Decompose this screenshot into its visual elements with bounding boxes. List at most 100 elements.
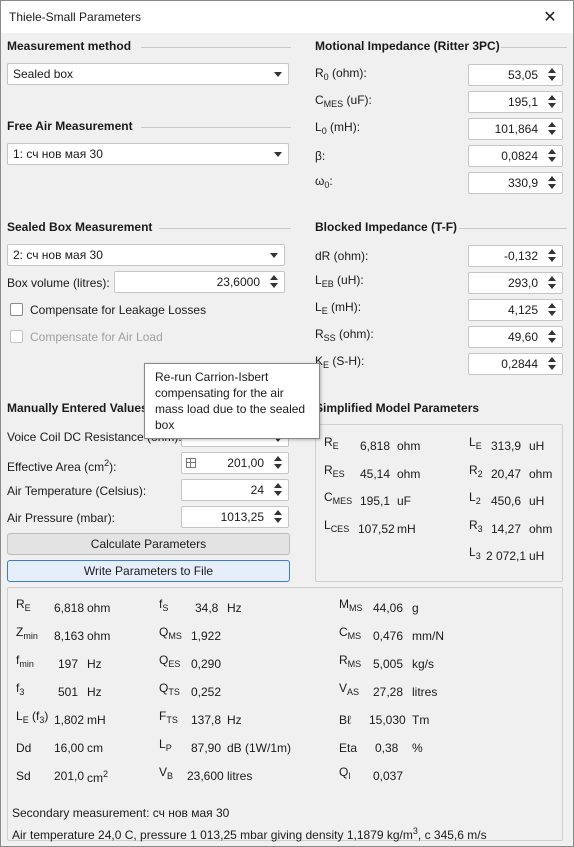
spinner-arrows-icon[interactable] <box>270 275 280 289</box>
simplified-r3-value: 14,27 <box>491 522 522 536</box>
result-qts-symbol: QTS <box>159 681 180 697</box>
spinner-arrows-icon[interactable] <box>548 176 558 190</box>
manual-values-heading: Manually Entered Values <box>7 401 148 415</box>
result-vb-value: 23,600 <box>187 769 224 783</box>
air-temperature-label: Air Temperature (Celsius): <box>7 484 147 498</box>
motional-omega-input[interactable]: 330,9 <box>468 172 563 194</box>
air-load-checkbox[interactable] <box>10 330 23 343</box>
spinner-arrows-icon[interactable] <box>548 95 558 109</box>
result-ql-value: 0,037 <box>373 769 404 783</box>
result-vb-symbol: VB <box>159 765 174 781</box>
close-icon[interactable]: ✕ <box>527 1 573 33</box>
result-zmin-symbol: Zmin <box>16 625 38 641</box>
result-lp-value: 87,90 <box>191 741 222 755</box>
simplified-re-unit: ohm <box>397 439 421 453</box>
motional-l0-value: 101,864 <box>494 122 538 136</box>
simplified-cmes-unit: uF <box>397 494 412 508</box>
leakage-checkbox[interactable] <box>10 303 23 316</box>
result-vas-unit: litres <box>412 685 438 699</box>
free-air-select[interactable]: 1: сч нов мая 30 <box>7 143 289 165</box>
sealed-box-select[interactable]: 2: сч нов мая 30 <box>7 244 285 266</box>
spinner-arrows-icon[interactable] <box>548 249 558 263</box>
result-fmin-symbol: fmin <box>16 653 34 669</box>
result-fts-symbol: FTS <box>159 709 178 725</box>
simplified-res-symbol: RES <box>324 463 345 479</box>
motional-cmes-label: CMES (uF): <box>315 93 372 109</box>
result-f3-value: 501 <box>58 685 79 699</box>
blocked-leb-input[interactable]: 293,0 <box>468 272 563 294</box>
simplified-res-unit: ohm <box>397 467 421 481</box>
blocked-le-input[interactable]: 4,125 <box>468 299 563 321</box>
motional-beta-input[interactable]: 0,0824 <box>468 145 563 167</box>
result-eta-symbol: Eta <box>339 741 358 755</box>
spinner-arrows-icon[interactable] <box>548 68 558 82</box>
result-rms-unit: kg/s <box>412 657 435 671</box>
spinner-arrows-icon[interactable] <box>548 149 558 163</box>
blocked-rss-input[interactable]: 49,60 <box>468 326 563 348</box>
result-qes-symbol: QES <box>159 653 181 669</box>
spinner-arrows-icon[interactable] <box>548 330 558 344</box>
result-mms-unit: g <box>412 601 419 615</box>
result-vas-value: 27,28 <box>373 685 404 699</box>
effective-area-value: 201,00 <box>227 456 264 470</box>
divider <box>159 228 291 229</box>
result-le-f3-unit: mH <box>87 713 106 727</box>
motional-cmes-input[interactable]: 195,1 <box>468 91 563 113</box>
simplified-l3-symbol: L3 <box>469 545 481 561</box>
chevron-down-icon <box>274 72 282 77</box>
motional-impedance-heading: Motional Impedance (Ritter 3PC) <box>315 39 500 53</box>
effective-area-input[interactable]: 201,00 <box>181 452 289 474</box>
result-dd-symbol: Dd <box>16 741 32 755</box>
spinner-arrows-icon[interactable] <box>274 483 284 497</box>
box-volume-input[interactable]: 23,6000 <box>114 271 285 293</box>
blocked-rss-label: RSS (ohm): <box>315 327 374 343</box>
spinner-arrows-icon[interactable] <box>548 303 558 317</box>
air-temperature-input[interactable]: 24 <box>181 479 289 501</box>
title-bar: Thiele-Small Parameters ✕ <box>1 1 573 33</box>
simplified-lces-symbol: LCES <box>324 518 350 534</box>
result-mms-symbol: MMS <box>339 597 363 613</box>
result-re-symbol: RE <box>16 597 31 613</box>
chevron-down-icon <box>274 152 282 157</box>
blocked-ke-input[interactable]: 0,2844 <box>468 353 563 375</box>
simplified-l2-unit: uH <box>529 494 545 508</box>
window: Thiele-Small Parameters ✕ Measurement me… <box>0 0 574 847</box>
spinner-arrows-icon[interactable] <box>274 510 284 524</box>
measurement-method-select[interactable]: Sealed box <box>7 63 289 85</box>
motional-beta-label: β: <box>315 149 326 163</box>
divider <box>501 47 567 48</box>
result-fts-unit: Hz <box>227 713 242 727</box>
simplified-cmes-value: 195,1 <box>360 494 391 508</box>
air-temperature-value: 24 <box>250 483 264 497</box>
motional-r0-input[interactable]: 53,05 <box>468 64 563 86</box>
spinner-arrows-icon[interactable] <box>548 276 558 290</box>
leakage-label: Compensate for Leakage Losses <box>30 303 207 317</box>
simplified-le-unit: uH <box>529 439 545 453</box>
divider <box>459 228 567 229</box>
blocked-dr-input[interactable]: -0,132 <box>468 245 563 267</box>
air-pressure-label: Air Pressure (mbar): <box>7 511 116 525</box>
motional-l0-input[interactable]: 101,864 <box>468 118 563 140</box>
spinner-arrows-icon[interactable] <box>548 357 558 371</box>
blocked-le-label: LE (mH): <box>315 300 362 316</box>
blocked-ke-value: 0,2844 <box>501 357 538 371</box>
calculator-icon[interactable] <box>186 458 196 468</box>
result-f3-unit: Hz <box>87 685 102 699</box>
air-pressure-value: 1013,25 <box>220 510 264 524</box>
result-fmin-value: 197 <box>58 657 79 671</box>
calculate-parameters-button[interactable]: Calculate Parameters <box>7 533 290 555</box>
result-ql-symbol: Ql <box>339 765 351 781</box>
blocked-rss-value: 49,60 <box>507 330 538 344</box>
result-mms-value: 44,06 <box>373 601 404 615</box>
spinner-arrows-icon[interactable] <box>548 122 558 136</box>
result-zmin-value: 8,163 <box>54 629 85 643</box>
spinner-arrows-icon[interactable] <box>274 456 284 470</box>
result-fs-unit: Hz <box>227 601 242 615</box>
result-vas-symbol: VAS <box>339 681 360 697</box>
motional-beta-value: 0,0824 <box>501 149 538 163</box>
air-pressure-input[interactable]: 1013,25 <box>181 506 289 528</box>
write-parameters-button[interactable]: Write Parameters to File <box>7 560 290 582</box>
measurement-method-value: Sealed box <box>13 67 74 81</box>
simplified-r2-unit: ohm <box>529 467 553 481</box>
blocked-leb-label: LEB (uH): <box>315 273 364 289</box>
